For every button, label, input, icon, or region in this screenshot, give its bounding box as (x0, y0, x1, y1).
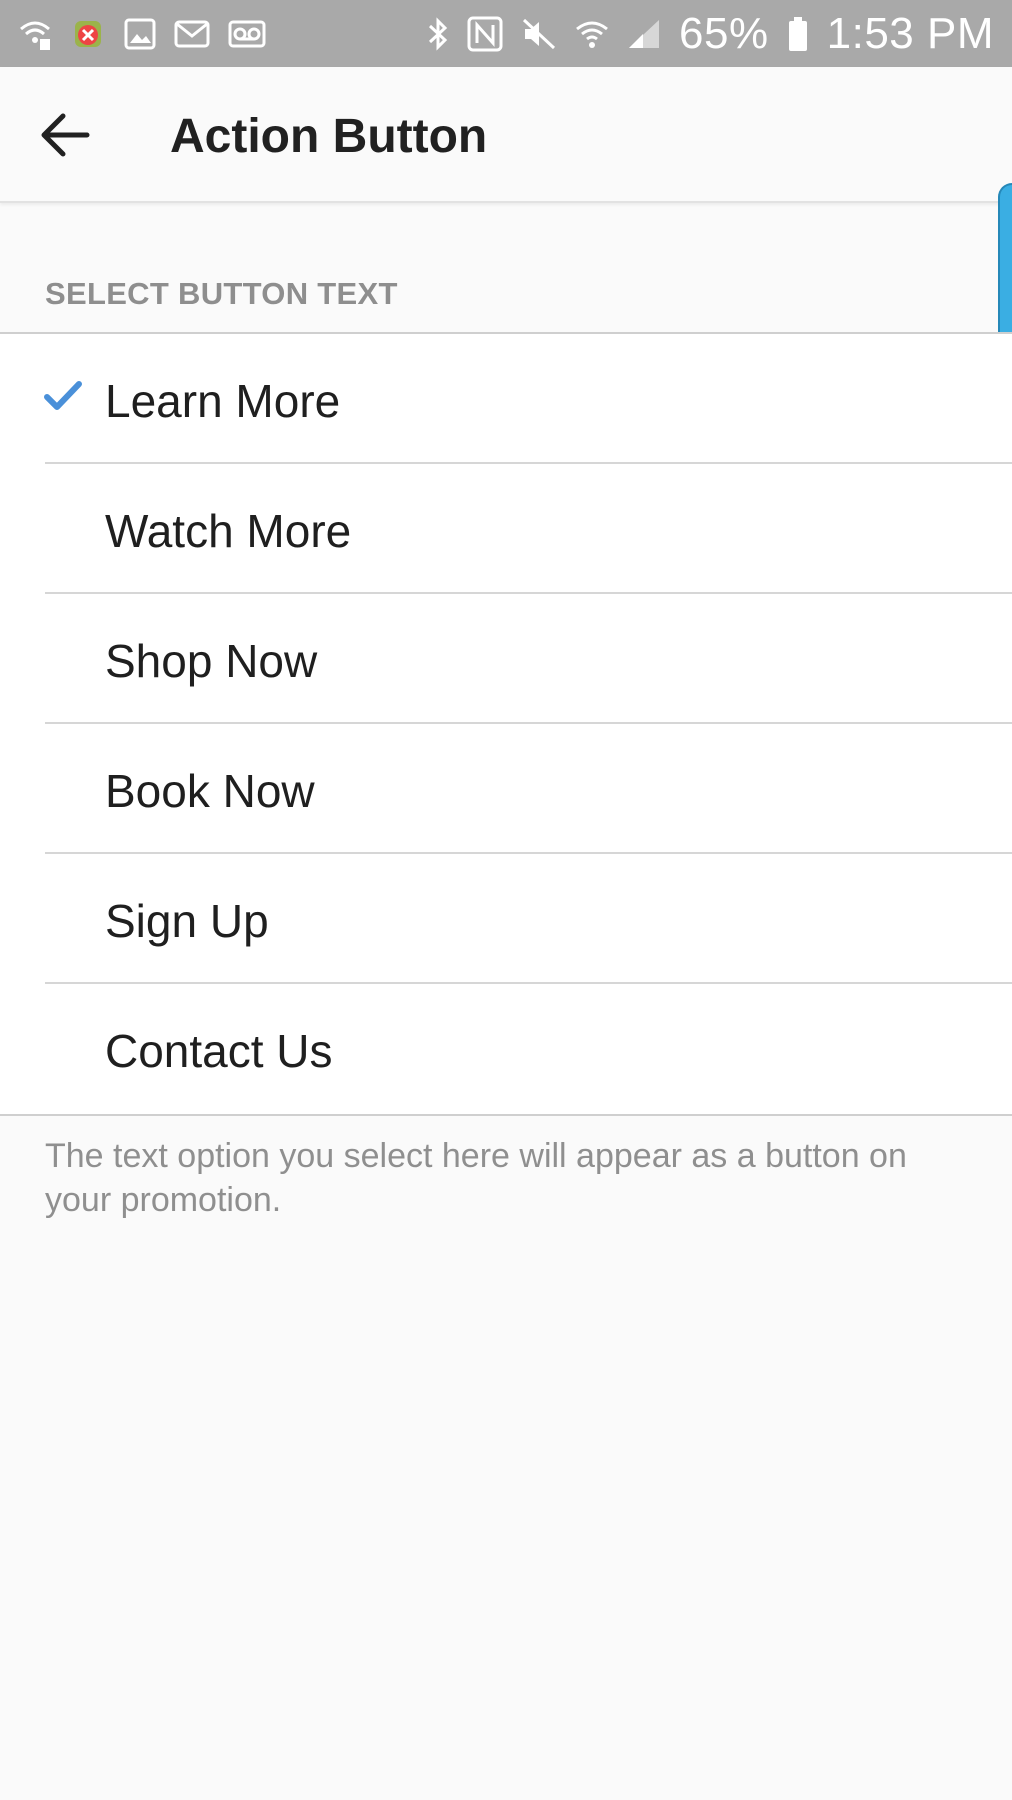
wifi-signal-icon (575, 17, 609, 51)
option-label: Book Now (105, 765, 315, 817)
back-arrow-icon (41, 113, 90, 157)
option-label: Contact Us (105, 1025, 333, 1077)
option-label: Sign Up (105, 895, 269, 947)
option-learn-more[interactable]: Learn More (0, 334, 1012, 464)
gmail-icon (174, 20, 210, 48)
page-title: Action Button (170, 110, 488, 163)
option-label: Watch More (105, 505, 352, 557)
option-sign-up[interactable]: Sign Up (0, 854, 1012, 984)
bluetooth-icon (427, 16, 449, 52)
voicemail-icon (228, 20, 266, 48)
battery-icon (787, 16, 809, 52)
status-bar-left (18, 15, 266, 53)
status-bar: 65% 1:53 PM (0, 0, 1012, 67)
nfc-icon (467, 16, 503, 52)
option-contact-us[interactable]: Contact Us (0, 984, 1012, 1114)
mute-icon (521, 17, 557, 51)
option-label: Shop Now (105, 635, 318, 687)
checkmark-icon (44, 381, 82, 410)
back-button[interactable] (30, 102, 100, 168)
section-header: SELECT BUTTON TEXT (45, 276, 398, 311)
option-shop-now[interactable]: Shop Now (0, 594, 1012, 724)
clock: 1:53 PM (826, 8, 994, 58)
option-book-now[interactable]: Book Now (0, 724, 1012, 854)
image-icon (124, 18, 156, 50)
android-debug-icon (70, 15, 106, 53)
app-bar: Action Button (0, 67, 1012, 203)
helper-text: The text option you select here will app… (45, 1137, 907, 1219)
option-watch-more[interactable]: Watch More (0, 464, 1012, 594)
status-bar-right: 65% 1:53 PM (427, 9, 994, 59)
cell-signal-icon (627, 18, 661, 50)
wifi-icon (18, 17, 52, 51)
button-text-options-list: Learn More Watch More Shop Now Book Now … (0, 332, 1012, 1116)
battery-percent: 65% (679, 8, 769, 58)
option-label: Learn More (105, 375, 341, 427)
